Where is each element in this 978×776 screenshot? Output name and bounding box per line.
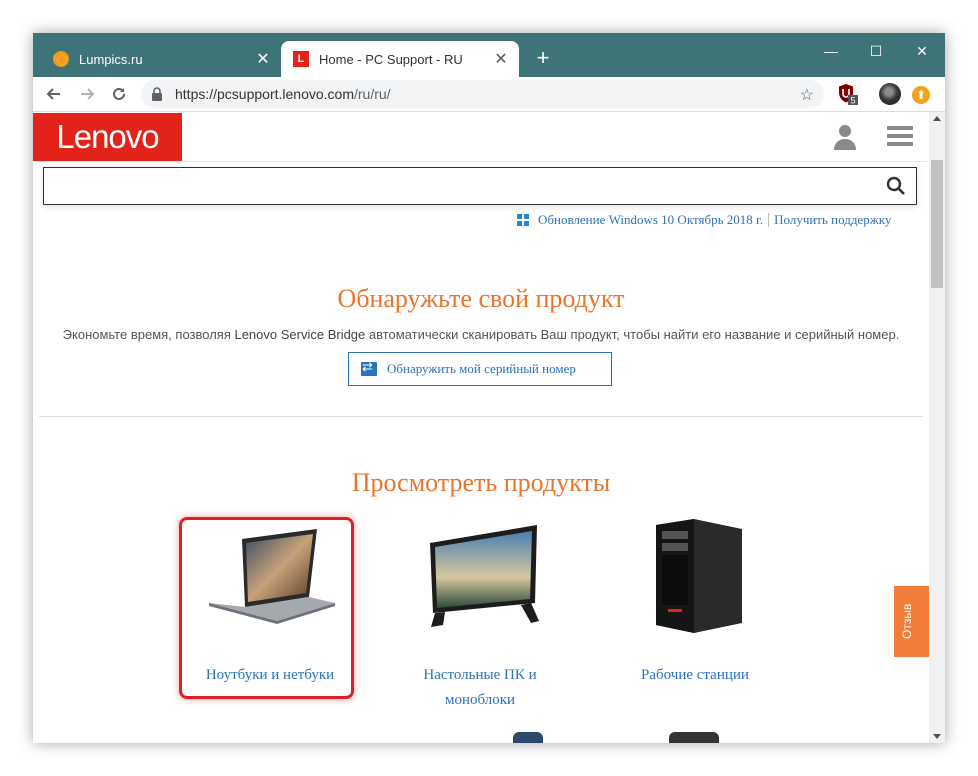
close-icon[interactable]: ✕ [251, 49, 275, 69]
product-desktops[interactable]: Настольные ПК и моноблоки [395, 515, 565, 713]
window-close-button[interactable]: ✕ [907, 39, 937, 63]
detect-serial-button[interactable]: Обнаружить мой серийный номер [348, 352, 612, 386]
tab-lumpics[interactable]: Lumpics.ru ✕ [41, 41, 281, 77]
ublock-icon[interactable]: 5 [837, 83, 859, 106]
browser-toolbar: https://pcsupport.lenovo.com/ru/ru/ ☆ 5 … [33, 77, 945, 112]
detect-serial-label: Обнаружить мой серийный номер [387, 361, 576, 376]
windows-update-link[interactable]: Обновление Windows 10 Октябрь 2018 г. [538, 212, 763, 228]
feedback-tab[interactable]: Отзыв [894, 586, 929, 657]
bookmark-star-icon[interactable]: ☆ [800, 85, 814, 105]
highlight-frame [179, 517, 354, 699]
link-separator [768, 213, 770, 227]
address-bar[interactable]: https://pcsupport.lenovo.com/ru/ru/ ☆ [141, 80, 824, 108]
switch-arrows-icon [361, 359, 377, 376]
detect-product-description: Экономьте время, позволяя Lenovo Service… [62, 327, 900, 342]
site-search-bar [43, 167, 917, 205]
hamburger-menu-icon[interactable] [887, 126, 913, 151]
product-label: Настольные ПК и моноблоки [423, 667, 537, 708]
svg-text:5: 5 [850, 96, 855, 106]
orange-extension-icon[interactable]: ⬆ [912, 86, 930, 104]
feedback-label: Отзыв [900, 603, 914, 639]
header-divider [33, 161, 929, 162]
page-scrollbar[interactable] [929, 112, 945, 743]
close-icon[interactable]: ✕ [489, 49, 513, 69]
lenovo-l-icon: L [293, 51, 309, 67]
user-account-icon[interactable] [833, 124, 857, 155]
get-support-link[interactable]: Получить поддержку [774, 212, 891, 228]
scroll-down-arrow-icon[interactable] [933, 734, 941, 739]
all-in-one-desktop-image [395, 515, 565, 635]
forward-arrow-icon[interactable] [75, 82, 99, 106]
detect-product-title: Обнаружьте свой продукт [337, 284, 625, 313]
page-viewport: Lenovo Обновление Windows 10 Октябрь 201… [33, 112, 929, 743]
next-row-product-peek [513, 732, 543, 743]
search-icon[interactable] [886, 176, 906, 201]
section-divider [39, 416, 923, 417]
top-links: Обновление Windows 10 Октябрь 2018 г. По… [517, 212, 891, 228]
back-arrow-icon[interactable] [42, 82, 66, 106]
lenovo-logo[interactable]: Lenovo [33, 113, 182, 161]
site-header: Lenovo [33, 112, 929, 162]
orange-circle-icon [53, 51, 69, 67]
lock-icon [151, 87, 163, 106]
new-tab-button[interactable]: + [531, 47, 555, 71]
product-label: Рабочие станции [641, 667, 749, 683]
browser-window: Lumpics.ru ✕ L Home - PC Support - RU ✕ … [33, 33, 945, 743]
tab-title: Lumpics.ru [79, 51, 143, 67]
reload-icon[interactable] [107, 82, 131, 106]
profile-avatar[interactable] [879, 83, 901, 105]
tab-lenovo-support[interactable]: L Home - PC Support - RU ✕ [281, 41, 519, 77]
scroll-up-arrow-icon[interactable] [933, 116, 941, 121]
tab-title: Home - PC Support - RU [319, 51, 463, 67]
minimize-button[interactable]: — [816, 39, 846, 63]
browse-products-title: Просмотреть продукты [351, 468, 611, 497]
windows-logo-icon [517, 214, 529, 226]
next-row-product-peek [669, 732, 719, 743]
product-workstations[interactable]: Рабочие станции [610, 515, 780, 688]
workstation-tower-image [610, 515, 780, 635]
scrollbar-thumb[interactable] [931, 160, 943, 288]
tab-strip: Lumpics.ru ✕ L Home - PC Support - RU ✕ … [33, 33, 945, 77]
maximize-button[interactable]: ☐ [861, 39, 891, 63]
url-text: https://pcsupport.lenovo.com/ru/ru/ [175, 86, 391, 102]
search-input[interactable] [50, 173, 874, 201]
